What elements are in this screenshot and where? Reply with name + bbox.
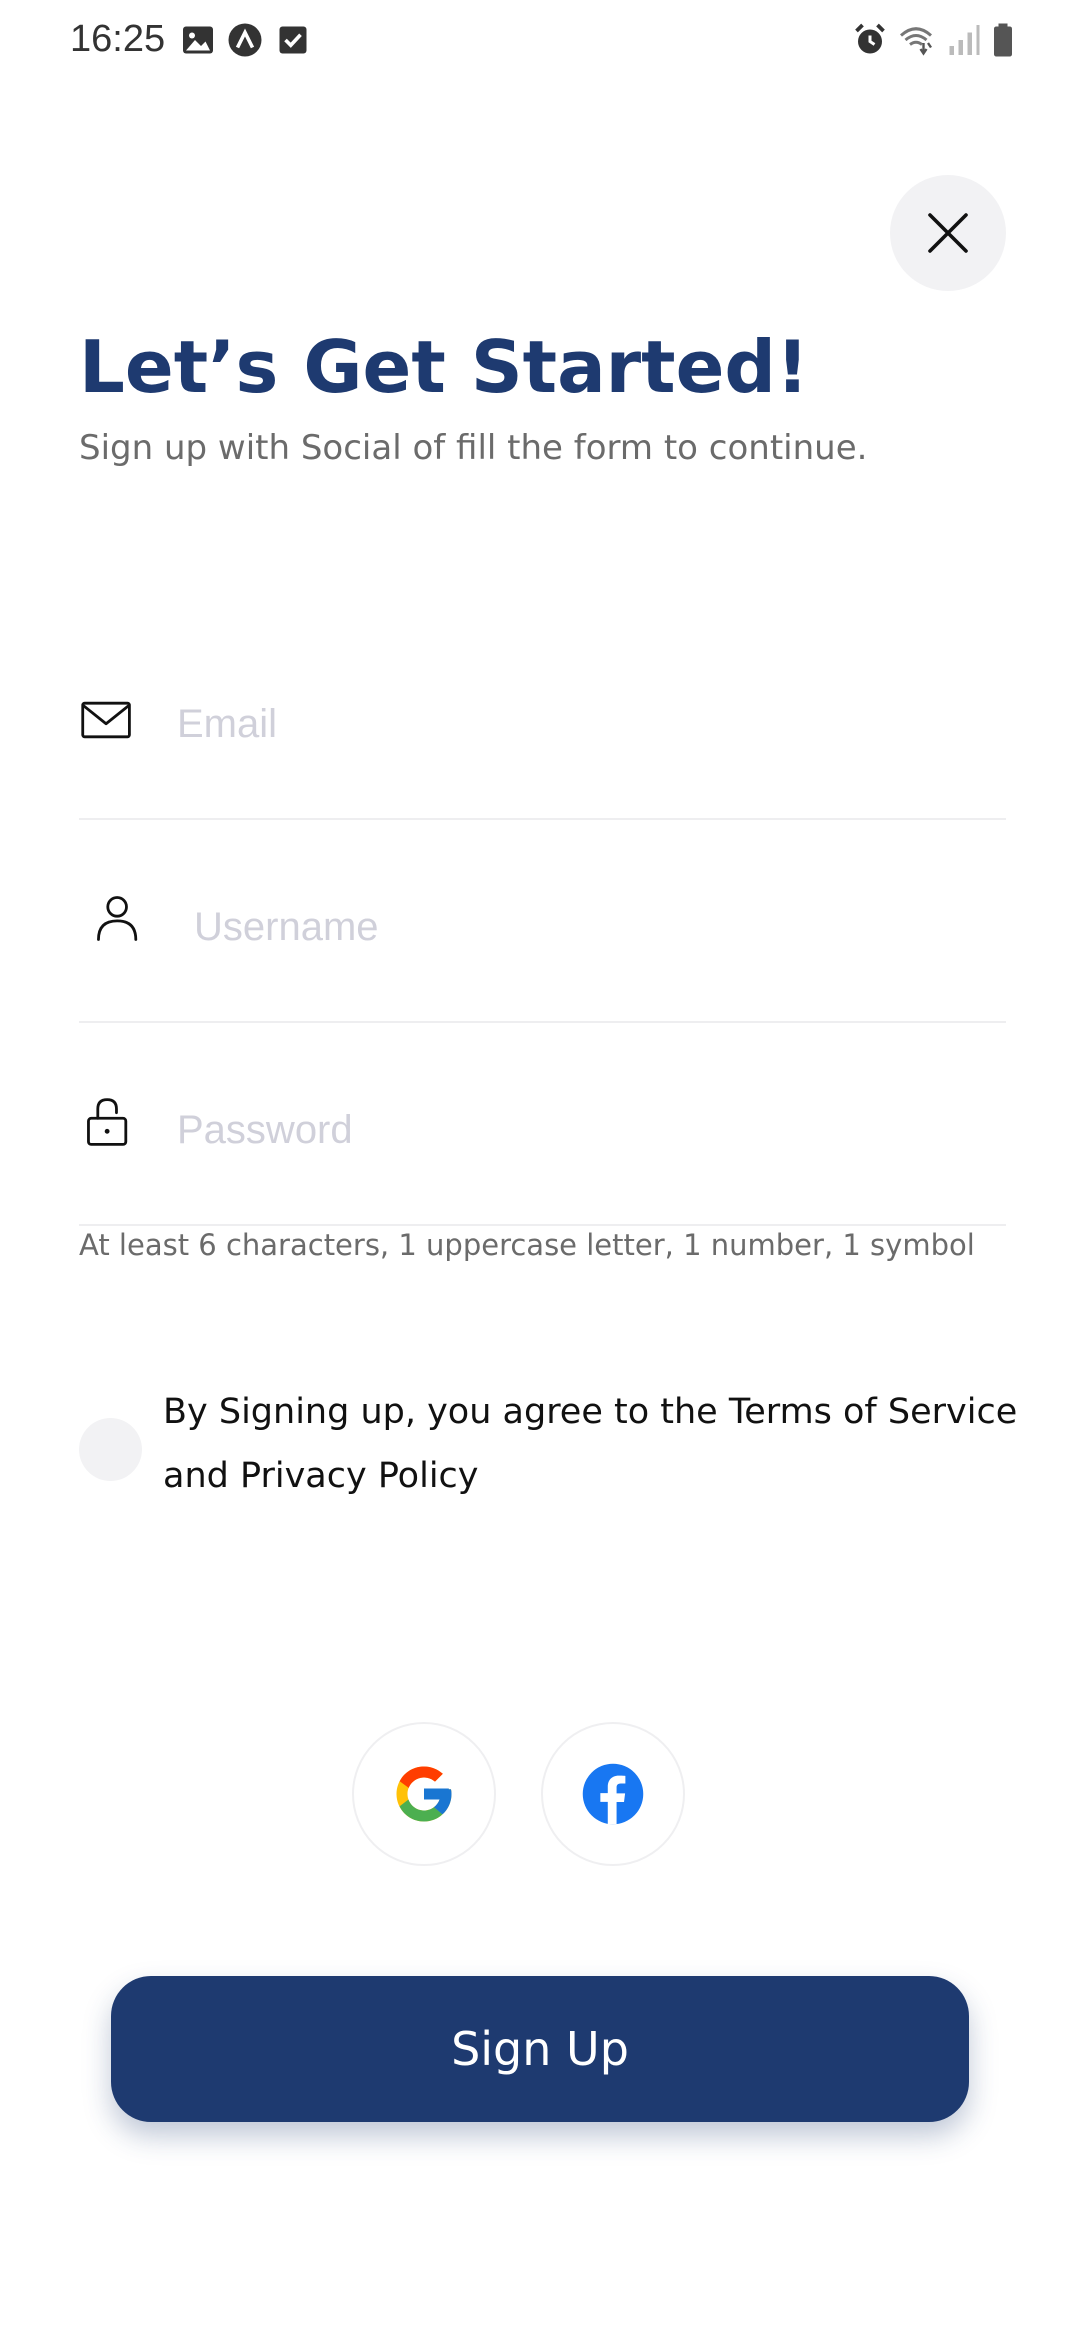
- username-input[interactable]: [192, 891, 956, 963]
- email-input[interactable]: [175, 688, 939, 760]
- status-bar: 16:25: [0, 0, 1080, 84]
- alarm-icon: [855, 23, 885, 54]
- password-hint: At least 6 characters, 1 uppercase lette…: [79, 1228, 975, 1262]
- sign-up-button[interactable]: Sign Up: [111, 1976, 969, 2122]
- close-button[interactable]: [890, 175, 1006, 291]
- password-input[interactable]: [175, 1094, 939, 1166]
- google-signup-button[interactable]: [352, 1722, 496, 1866]
- facebook-signup-button[interactable]: [541, 1722, 685, 1866]
- battery-icon: [994, 23, 1012, 57]
- status-time: 16:25: [70, 18, 166, 60]
- page-title: Let’s Get Started!: [79, 325, 809, 409]
- wifi-icon: [899, 27, 933, 56]
- username-field[interactable]: [79, 891, 1006, 1023]
- checkbox-icon: [279, 26, 307, 54]
- facebook-icon: [582, 1763, 644, 1825]
- lock-icon: [87, 1098, 128, 1146]
- user-icon: [97, 896, 138, 941]
- signal-icon: [949, 25, 980, 55]
- password-field[interactable]: [79, 1094, 1006, 1226]
- google-icon: [396, 1766, 452, 1822]
- page-subtitle: Sign up with Social of fill the form to …: [79, 428, 868, 468]
- image-icon: [183, 26, 213, 54]
- mail-icon: [81, 701, 131, 739]
- terms-text: By Signing up, you agree to the Terms of…: [163, 1392, 1018, 1496]
- email-field[interactable]: [79, 688, 1006, 820]
- app-icon: [228, 23, 262, 57]
- terms-checkbox[interactable]: [79, 1418, 142, 1481]
- close-icon: [928, 213, 968, 253]
